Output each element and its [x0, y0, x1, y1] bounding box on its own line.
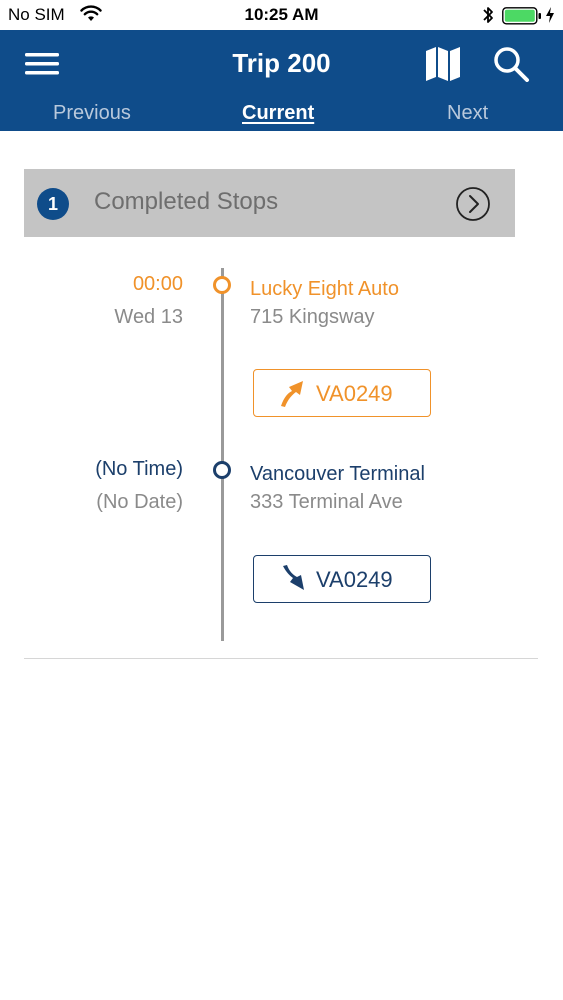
dropoff-button-label: VA0249 — [316, 567, 393, 592]
charging-icon — [546, 7, 554, 23]
stop-date: Wed 13 — [114, 306, 183, 328]
completed-stops-label: Completed Stops — [94, 188, 279, 215]
pickup-button-label: VA0249 — [316, 381, 393, 406]
tab-previous[interactable]: Previous — [53, 102, 131, 125]
clock: 10:25 AM — [244, 5, 319, 24]
arrow-up-right-icon — [281, 381, 303, 407]
timeline-line — [221, 268, 224, 641]
chevron-right-circle-icon[interactable] — [455, 186, 491, 222]
arrow-down-right-icon — [283, 565, 304, 590]
dropoff-button[interactable]: VA0249 — [253, 555, 431, 603]
stop-time: 00:00 — [132, 273, 183, 295]
stop-address: 715 Kingsway — [250, 306, 375, 328]
battery-icon — [502, 7, 541, 25]
stop-date: (No Date) — [96, 491, 183, 513]
page-title: Trip 200 — [232, 48, 331, 78]
bluetooth-icon — [483, 7, 493, 23]
nav-bar: Trip 200 Previous Current Next — [0, 30, 563, 131]
completed-count-badge: 1 — [37, 188, 69, 220]
timeline-dot-dropoff — [213, 461, 231, 479]
status-bar: No SIM 10:25 AM — [0, 0, 563, 30]
stop-name[interactable]: Lucky Eight Auto — [250, 278, 399, 301]
pickup-button[interactable]: VA0249 — [253, 369, 431, 417]
tab-next[interactable]: Next — [447, 102, 488, 125]
map-icon[interactable] — [424, 46, 462, 82]
stop-time: (No Time) — [95, 458, 183, 480]
completed-stops-banner[interactable]: 1 Completed Stops — [24, 169, 515, 237]
stop-name[interactable]: Vancouver Terminal — [250, 463, 425, 486]
search-icon[interactable] — [492, 46, 530, 82]
divider — [24, 658, 538, 659]
stop-address: 333 Terminal Ave — [250, 491, 403, 513]
tab-current[interactable]: Current — [242, 102, 314, 125]
timeline-dot-pickup — [213, 276, 231, 294]
